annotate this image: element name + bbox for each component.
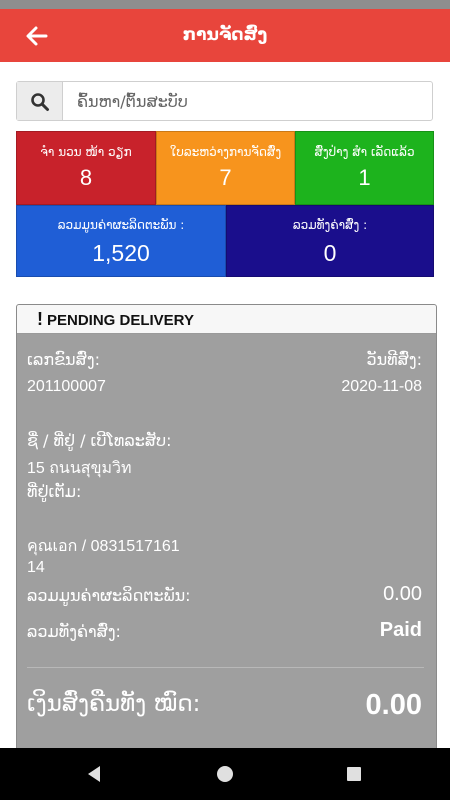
stat-total-jobs-label: ຈຳ ນວນ ໜ້າ ວຽກ xyxy=(40,145,132,159)
stat-delivered-value: 1 xyxy=(358,165,371,190)
order-number-label: ເລກຂົນສົ່ງ: xyxy=(27,350,100,369)
product-total-value: 0.00 xyxy=(383,583,422,605)
recents-square-icon[interactable] xyxy=(346,766,362,782)
stat-total-jobs-value: 8 xyxy=(79,165,93,190)
stat-in-delivery-label: ໃບລະຫວ່າງການຈັດສົ່ງ xyxy=(169,145,282,159)
card-divider xyxy=(27,667,424,668)
total-product-value-label: ລວມມູນຄ່າຜະລິດຕະພັນ : xyxy=(57,218,185,232)
order-number: 201100007 xyxy=(27,378,106,395)
back-triangle-icon[interactable] xyxy=(85,765,103,783)
home-circle-icon[interactable] xyxy=(216,765,234,783)
full-address-label: ທີ່ຢູ່ເຕັມ: xyxy=(27,482,82,501)
total-product-value: ລວມມູນຄ່າຜະລິດຕະພັນ : 1,520 xyxy=(16,205,226,277)
grand-total-label: ເງິນສົ່ງຄືນທັງ ໝົດ: xyxy=(27,691,201,717)
product-total-label: ລວມມູນຄ່າຜະລິດຕະພັນ: xyxy=(27,586,191,605)
exclamation-icon: ! xyxy=(37,309,43,329)
search-button[interactable] xyxy=(17,82,63,120)
order-card[interactable]: ! PENDING DELIVERY ເລກຂົນສົ່ງ: ວັນທີສົ່ງ:… xyxy=(16,304,437,766)
search-input[interactable] xyxy=(63,82,428,120)
stat-delivered-label: ສົ່ງປ່າງ ສຳ ເລັດແລ້ວ xyxy=(314,145,415,159)
order-status-header: ! PENDING DELIVERY xyxy=(17,305,436,334)
app-bar: ການຈັດສົ່ງ xyxy=(0,9,450,62)
grand-total-value: 0.00 xyxy=(365,689,422,721)
stat-delivered[interactable]: ສົ່ງປ່າງ ສຳ ເລັດແລ້ວ 1 xyxy=(295,131,434,205)
contact-extra: 14 xyxy=(27,559,45,576)
total-shipping-label: ລວມທັງຄ່າສົ່ງ : xyxy=(292,218,368,232)
total-shipping-amount: 0 xyxy=(323,240,337,266)
address-label: ຊື່ / ທີ່ຢູ່ / ເບີໂທລະສັບ: xyxy=(27,431,172,450)
delivery-date-label: ວັນທີສົ່ງ: xyxy=(366,350,423,369)
stat-in-delivery-value: 7 xyxy=(219,165,232,190)
order-status-label: PENDING DELIVERY xyxy=(47,312,194,329)
search-bar xyxy=(16,81,433,121)
delivery-date: 2020-11-08 xyxy=(341,378,422,395)
system-nav-bar xyxy=(0,748,450,800)
contact-info: คุณเอก / 0831517161 xyxy=(27,538,180,555)
shipping-label: ລວມທັງຄ່າສົ່ງ: xyxy=(27,622,121,641)
total-shipping: ລວມທັງຄ່າສົ່ງ : 0 xyxy=(226,205,434,277)
total-product-value-amount: 1,520 xyxy=(92,240,150,266)
stat-in-delivery[interactable]: ໃບລະຫວ່າງການຈັດສົ່ງ 7 xyxy=(156,131,295,205)
status-bar xyxy=(0,0,450,9)
search-icon xyxy=(31,93,49,111)
stat-total-jobs[interactable]: ຈຳ ນວນ ໜ້າ ວຽກ 8 xyxy=(16,131,156,205)
address-line: 15 ถนนสุขุมวิท xyxy=(27,460,132,477)
page-title: ການຈັດສົ່ງ xyxy=(182,25,268,45)
shipping-status: Paid xyxy=(379,619,422,641)
